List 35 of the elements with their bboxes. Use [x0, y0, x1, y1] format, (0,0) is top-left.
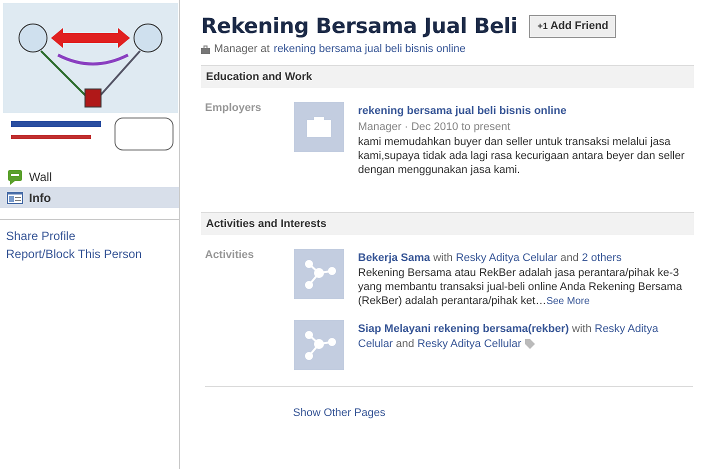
job-title-text: Manager at	[214, 43, 270, 55]
sidebar-link[interactable]: Report/Block This Person	[0, 245, 179, 263]
description-text: Rekening Bersama atau RekBer adalah jasa perantara/pihak ke-3 yang membantu transaksi jual-beli online Anda Rekening Bersama (RekBer) adalah perantara/pihak ket…See More	[358, 266, 684, 309]
connector-text: with	[572, 323, 592, 335]
network-icon	[294, 249, 344, 299]
add-friend-button[interactable]: +1 Add Friend	[529, 14, 616, 38]
friend-link[interactable]: Resky Aditya Cellular	[417, 338, 522, 350]
description-text: kami memudahkan buyer dan seller untuk transaksi melalui jasa kami,supaya tidak ada lagi rasa kecurigaan antara beyer dan seller dengan menggunakan jasa kami.	[358, 135, 686, 177]
sidebar-item[interactable]: Wall	[0, 166, 179, 187]
row-label: Employers	[205, 102, 262, 116]
job-meta: Manager · Dec 2010 to present	[358, 120, 512, 135]
section-header: Education and Work	[201, 65, 694, 88]
employer-link[interactable]: rekening bersama jual beli bisnis online	[274, 43, 466, 55]
briefcase-icon	[201, 44, 210, 54]
speech-bubble-icon	[7, 168, 23, 184]
friend-link[interactable]: Resky Aditya	[594, 323, 658, 335]
friend-link[interactable]: Resky Aditya Celular	[456, 252, 558, 264]
briefcase-icon	[294, 102, 344, 152]
connector-text: with	[433, 252, 453, 264]
connector-text: and	[560, 252, 579, 264]
profile-name: Rekening Bersama Jual Beli	[201, 14, 518, 38]
row-label: Activities	[205, 249, 255, 263]
show-other-pages-link[interactable]: Show Other Pages	[293, 407, 386, 419]
see-more-link[interactable]: See More	[546, 296, 590, 307]
id-card-icon	[7, 190, 23, 206]
page-link[interactable]: Siap Melayani rekening bersama(rekber)	[358, 323, 569, 335]
sidebar-link[interactable]: Share Profile	[0, 227, 179, 245]
connector-text: and	[396, 338, 414, 350]
sidebar-item[interactable]: Info	[0, 187, 179, 208]
page-link[interactable]: Bekerja Sama	[358, 252, 430, 264]
friend-link[interactable]: 2 others	[582, 252, 622, 264]
page-link[interactable]: rekening bersama jual beli bisnis online	[358, 105, 566, 117]
section-header: Activities and Interests	[201, 212, 694, 235]
network-icon	[294, 320, 344, 370]
friend-link[interactable]: Celular	[358, 338, 393, 350]
